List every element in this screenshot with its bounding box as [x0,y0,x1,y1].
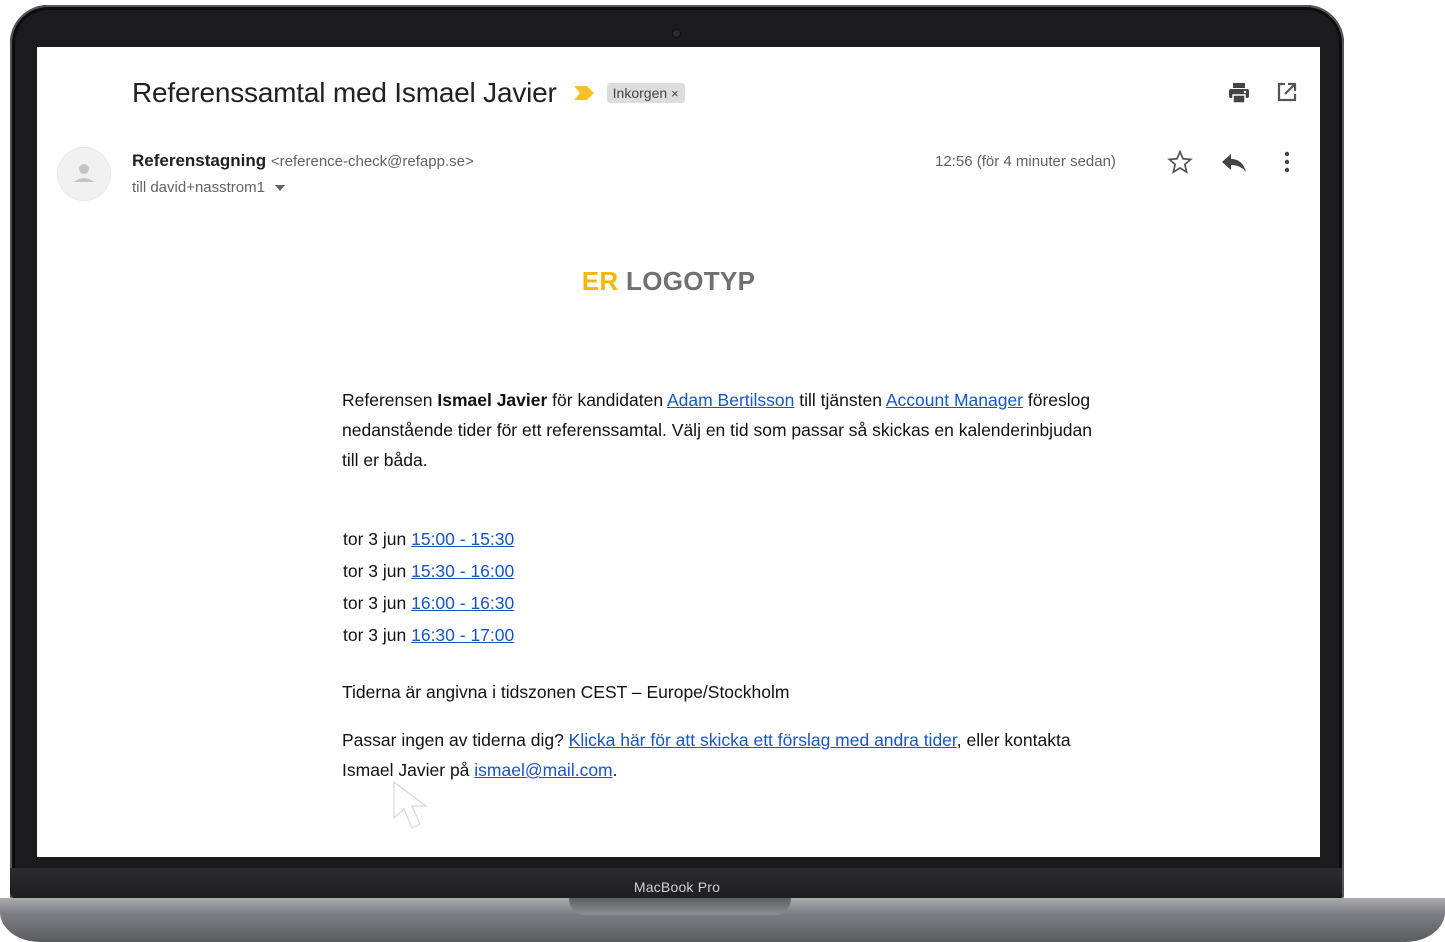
slot-time-link[interactable]: 16:00 - 16:30 [411,593,514,613]
slot-day: tor 3 jun [343,625,407,645]
open-in-new-window-icon[interactable] [1276,81,1298,103]
model-label: MacBook Pro [633,879,721,895]
intro-text: Referensen [342,390,438,410]
time-slot: tor 3 jun 16:30 - 17:00 [343,619,514,651]
reference-email-link[interactable]: ismael@mail.com [474,760,612,780]
label-chip-inbox: Inkorgen × [606,83,685,103]
intro-text: till tjänsten [794,390,886,410]
candidate-link[interactable]: Adam Bertilsson [667,390,794,410]
reply-icon[interactable] [1221,151,1247,173]
recipient-text: till david+nasstrom1 [132,179,265,196]
laptop-notch [569,898,791,915]
timezone-note: Tiderna är angivna i tidszonen CEST – Eu… [342,682,790,702]
company-logo: ER LOGOTYP [37,266,1300,297]
role-link[interactable]: Account Manager [886,390,1023,410]
intro-text: för kandidaten [547,390,667,410]
time-slot: tor 3 jun 15:00 - 15:30 [343,523,514,555]
time-slot-list: tor 3 jun 15:00 - 15:30 tor 3 jun 15:30 … [343,523,514,651]
dropdown-caret-icon[interactable] [274,184,285,191]
slot-day: tor 3 jun [343,529,407,549]
time-slot: tor 3 jun 15:30 - 16:00 [343,555,514,587]
slot-day: tor 3 jun [343,561,407,581]
slot-time-link[interactable]: 15:30 - 16:00 [411,561,514,581]
intro-paragraph: Referensen Ismael Javier för kandidaten … [342,385,1092,475]
print-icon[interactable] [1227,81,1251,105]
propose-other-times-link[interactable]: Klicka här för att skicka ett förslag me… [569,730,957,750]
alternative-paragraph: Passar ingen av tiderna dig? Klicka här … [342,725,1092,785]
subject-row: Referenssamtal med Ismael Javier Inkorge… [132,75,685,111]
time-slot: tor 3 jun 16:00 - 16:30 [343,587,514,619]
mouse-cursor-icon [393,780,428,829]
star-icon[interactable] [1167,149,1193,175]
slot-day: tor 3 jun [343,593,407,613]
alt-text: Passar ingen av tiderna dig? [342,730,569,750]
alt-text: . [612,760,618,780]
screen: Referenssamtal med Ismael Javier Inkorge… [37,47,1320,857]
camera [673,30,680,37]
reference-name: Ismael Javier [437,390,548,410]
slot-time-link[interactable]: 16:30 - 17:00 [411,625,514,645]
more-vertical-icon[interactable] [1277,150,1297,174]
logo-accent-text: ER [581,266,619,296]
recipient-line[interactable]: till david+nasstrom1 [132,179,285,196]
email-subject: Referenssamtal med Ismael Javier [132,77,557,108]
email-timestamp: 12:56 (för 4 minuter sedan) [935,153,1116,170]
sender-line: Referenstagning <reference-check@refapp.… [132,151,474,171]
logo-text: LOGOTYP [626,266,756,296]
sender-email: <reference-check@refapp.se> [270,153,474,170]
sender-avatar [58,148,110,200]
label-chip-text: Inkorgen [612,85,668,101]
default-avatar-icon [74,164,94,182]
importance-marker-icon[interactable] [573,85,595,101]
sender-name: Referenstagning [132,151,267,170]
slot-time-link[interactable]: 15:00 - 15:30 [411,529,514,549]
label-remove-button[interactable]: × [671,86,679,101]
